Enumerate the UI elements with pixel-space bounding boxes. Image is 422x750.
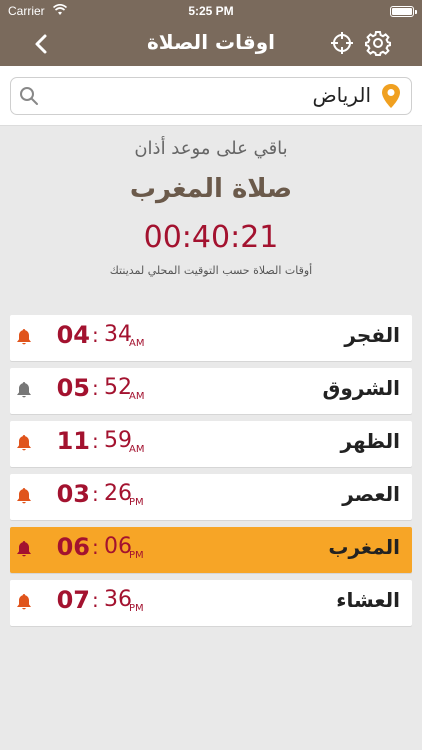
prayer-name: العشاء: [336, 588, 400, 612]
time-separator: :: [92, 588, 99, 612]
prayer-name: الشروق: [322, 376, 400, 400]
countdown-timer: 00:40:21: [143, 220, 279, 255]
prayer-row[interactable]: 05:52 AM الشروق: [10, 368, 412, 414]
next-prayer-name: صلاة المغرب: [129, 174, 293, 204]
bell-icon[interactable]: [16, 487, 32, 505]
status-bar: Carrier 5:25 PM: [0, 0, 422, 22]
bell-icon[interactable]: [16, 381, 32, 399]
prayer-name: العصر: [342, 482, 400, 506]
prayer-hour: 06: [56, 533, 90, 561]
page-title: اوقات الصلاة: [146, 30, 276, 54]
prayer-row[interactable]: 03:26 PM العصر: [10, 474, 412, 520]
next-prayer-panel: باقي على موعد أذان صلاة المغرب 00:40:21 …: [0, 126, 422, 296]
time-separator: :: [92, 323, 99, 347]
search-section: الرياض: [0, 66, 422, 126]
bell-icon[interactable]: [16, 540, 32, 558]
city-name: الرياض: [312, 83, 371, 107]
prayer-hour: 07: [56, 586, 90, 614]
prayer-hour: 05: [56, 374, 90, 402]
locate-crosshair-icon[interactable]: [330, 31, 354, 55]
time-separator: :: [92, 376, 99, 400]
prayer-row[interactable]: 07:36 PM العشاء: [10, 580, 412, 626]
prayer-minute: 36: [104, 587, 132, 612]
prayer-ampm: PM: [129, 497, 144, 508]
prayer-minute: 52: [104, 375, 132, 400]
navigation-bar: Carrier 5:25 PM اوقات الصلاة: [0, 0, 422, 66]
prayer-name: الفجر: [344, 323, 400, 347]
bell-icon[interactable]: [16, 328, 32, 346]
location-pin-icon: [382, 84, 400, 108]
settings-gear-icon[interactable]: [365, 30, 391, 56]
search-icon[interactable]: [19, 86, 39, 106]
remaining-label: باقي على موعد أذان: [134, 138, 288, 159]
clock: 5:25 PM: [188, 4, 234, 18]
bell-icon[interactable]: [16, 434, 32, 452]
prayer-hour: 04: [56, 321, 90, 349]
local-time-note: أوقات الصلاة حسب التوقيت المحلي لمدينتك: [109, 264, 313, 277]
city-search-field[interactable]: الرياض: [10, 77, 412, 115]
time-separator: :: [92, 429, 99, 453]
prayer-minute: 06: [104, 534, 132, 559]
prayer-minute: 34: [104, 322, 132, 347]
prayer-minute: 59: [104, 428, 132, 453]
prayer-ampm: AM: [129, 338, 145, 349]
prayer-hour: 11: [56, 427, 90, 455]
prayer-row[interactable]: 11:59 AM الظهر: [10, 421, 412, 467]
time-separator: :: [92, 535, 99, 559]
prayer-name: المغرب: [328, 535, 400, 559]
prayer-minute: 26: [104, 481, 132, 506]
bell-icon[interactable]: [16, 593, 32, 611]
prayer-ampm: PM: [129, 603, 144, 614]
battery-icon: [390, 6, 417, 17]
prayer-row[interactable]: 04:34 AM الفجر: [10, 315, 412, 361]
prayer-name: الظهر: [340, 429, 401, 453]
prayer-row[interactable]: 06:06 PM المغرب: [10, 527, 412, 573]
prayer-ampm: AM: [129, 444, 145, 455]
prayer-ampm: PM: [129, 550, 144, 561]
time-separator: :: [92, 482, 99, 506]
prayer-hour: 03: [56, 480, 90, 508]
prayer-ampm: AM: [129, 391, 145, 402]
